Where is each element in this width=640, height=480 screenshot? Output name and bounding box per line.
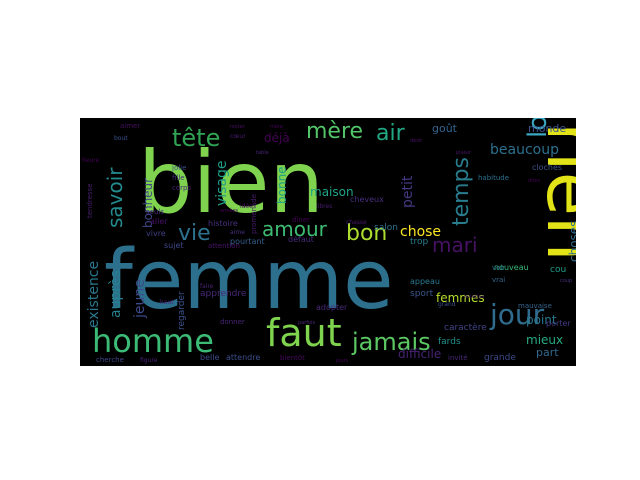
word: cherche [96,356,124,364]
word: porter [546,319,571,328]
word: table [256,150,269,156]
word: vivre [146,229,166,238]
word: corps [172,184,191,192]
word: bonne [275,166,289,204]
word: cœur [230,133,246,140]
word: grande [484,353,516,363]
word: heure [82,157,100,164]
word: appeau [410,277,440,286]
word: apprendre [200,289,247,299]
word: caractère [444,322,487,333]
word: auprès [108,270,124,318]
word: idée [240,203,253,210]
word: jeune [132,279,148,319]
word: monde [528,122,566,135]
word: temps [449,157,474,226]
word: libres [316,203,332,210]
word: savoir [103,167,127,228]
word: jours [335,358,349,364]
word: voir [492,264,505,272]
word: parfois [298,320,316,326]
word: adopter [316,303,348,312]
word: années [220,207,239,214]
word: existence [86,261,102,328]
word: fards [438,337,461,347]
word-cloud: bien femme rien homme faut jamais jour l… [80,118,576,366]
word: lunettes [464,294,485,300]
word: vrai [492,276,505,284]
word: air [376,121,406,146]
word: petit [400,175,416,208]
word: part [536,346,559,359]
word: promenade [250,194,258,234]
word: goût [432,122,458,135]
word: dîner [292,216,310,224]
word: déjà [264,131,290,145]
word: habitude [478,174,509,182]
word: visage [214,160,230,206]
word: chasse [346,219,367,226]
word: salon [374,223,398,233]
word: cheveux [350,195,384,204]
word: défaut [288,234,314,244]
word: attendre [226,353,260,362]
word: choses [567,221,576,262]
word: seuls [146,208,164,216]
word: regarder [177,291,187,330]
word: bientôt [280,354,305,362]
word: histoire [208,219,238,228]
word: invité [448,354,468,362]
word: belle [200,353,219,362]
word: trop [410,237,429,247]
word: mère [306,119,363,144]
word: faire [200,283,214,290]
word: sujet [164,241,184,250]
word: aimer [120,122,140,130]
word: donner [220,318,245,326]
word: sport [410,289,434,299]
word: maison [310,185,354,199]
word: figure [140,357,158,364]
word: cou [550,265,566,275]
word: mieux [526,333,563,347]
word: beaucoup [490,142,559,158]
word: fille [172,174,185,182]
word: aime [230,229,245,236]
word: rester [230,124,246,130]
word: tête [172,124,220,152]
word: haut [160,299,174,306]
word-cloud-svg: bien femme rien homme faut jamais jour l… [82,118,576,364]
word: grand [438,301,456,308]
word: mère [270,123,283,130]
figure-canvas: bien femme rien homme faut jamais jour l… [0,0,640,480]
word: homme [92,322,214,360]
word: coup [560,278,572,284]
word: jolie [171,164,186,172]
word: faut [266,311,342,355]
word: dites [528,178,541,184]
word: désir [410,137,423,144]
word: attention [208,242,240,250]
word: mauvaise [518,302,552,310]
word: plaisir [456,150,472,156]
word: aller [150,217,168,226]
word: cloches [532,163,562,172]
word: tendresse [86,183,94,218]
word: bout [114,135,128,142]
word: difficile [398,347,441,361]
